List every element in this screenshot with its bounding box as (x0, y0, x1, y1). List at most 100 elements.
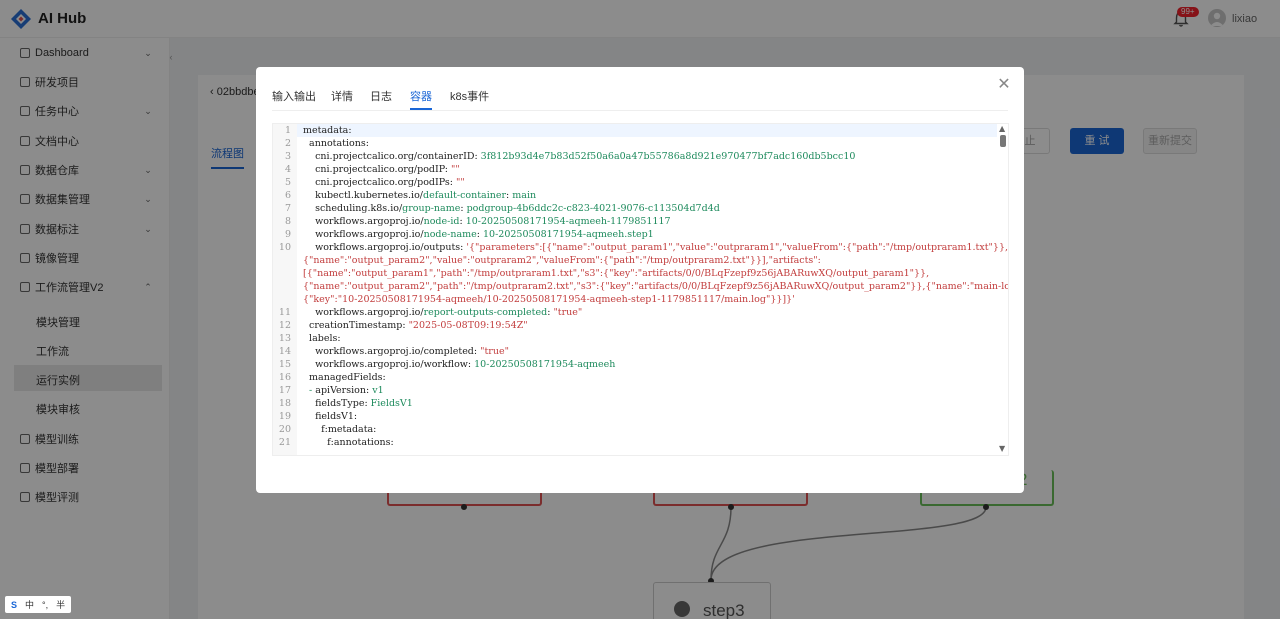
ime-toolbar[interactable]: S 中 °, 半 (5, 596, 71, 613)
code-token: labels: (303, 333, 341, 344)
code-token: scheduling.k8s.io/ (303, 203, 403, 214)
ime-mode[interactable]: 中 (25, 598, 34, 611)
code-token: annotations: (303, 138, 369, 149)
code-token: {"name":"output_param2","value":"outprar… (303, 255, 821, 266)
line-number: 10 (278, 242, 291, 253)
ime-punctuation[interactable]: °, (42, 600, 48, 610)
line-number: 17 (278, 385, 291, 396)
code-token: podgroup-4b6ddc2c-c823-4021-9076-c113504… (466, 203, 720, 214)
tab-details[interactable]: 详情 (331, 88, 353, 110)
scroll-up-icon[interactable]: ▲ (999, 124, 1005, 133)
yaml-code-editor[interactable]: 1 metadata: 2 annotations: 3 cni.projectcal… (272, 123, 1009, 456)
tab-input-output[interactable]: 输入输出 (272, 88, 316, 110)
line-number: 15 (278, 359, 291, 370)
line-number: 7 (284, 203, 291, 214)
line-number: 18 (278, 398, 291, 409)
scroll-down-icon[interactable]: ▼ (999, 444, 1005, 453)
line-number: 3 (284, 151, 291, 162)
code-text: cni.projectcalico.org/podIPs: "" (303, 176, 465, 189)
tab-k8s-events[interactable]: k8s事件 (450, 88, 489, 110)
code-token: report-outputs-completed (423, 307, 548, 318)
code-text: fieldsType: FieldsV1 (303, 397, 413, 410)
modal-tabs: 输入输出 详情 日志 容器 k8s事件 (272, 67, 1008, 111)
code-token: 10-20250508171954-aqmeeh-1179851117 (465, 216, 671, 227)
code-token: kubectl.kubernetes.io/ (303, 190, 424, 201)
code-token: cni.projectcalico.org/podIP: (303, 164, 452, 175)
code-text: labels: (303, 332, 341, 345)
code-token: "" (456, 177, 465, 188)
code-token: 3f812b93d4e7b83d52f50a6a0a47b55786a8d921… (480, 151, 856, 162)
active-line-highlight (297, 124, 997, 137)
code-text: [{"name":"output_param1","path":"/tmp/ou… (303, 267, 929, 280)
code-token: fieldsType: (303, 398, 371, 409)
code-text: managedFields: (303, 371, 386, 384)
code-text: workflows.argoproj.io/node-id: 10-202505… (303, 215, 671, 228)
code-token: '{"parameters":[{"name":"output_param1",… (466, 242, 1009, 253)
code-text: scheduling.k8s.io/group-name: podgroup-4… (303, 202, 720, 215)
code-text: cni.projectcalico.org/podIP: "" (303, 163, 460, 176)
ime-width[interactable]: 半 (56, 598, 65, 611)
line-number: 1 (284, 125, 291, 136)
code-token: cni.projectcalico.org/containerID: (303, 151, 481, 162)
code-token: FieldsV1 (370, 398, 413, 409)
line-number: 6 (284, 190, 291, 201)
line-number: 12 (278, 320, 291, 331)
code-token: "true" (480, 346, 509, 357)
code-token: workflows.argoproj.io/completed: (303, 346, 481, 357)
scrollbar-thumb[interactable] (1000, 135, 1006, 147)
code-text: {"name":"output_param2","value":"outprar… (303, 254, 821, 267)
code-text: f:annotations: (303, 436, 394, 449)
code-token: workflows.argoproj.io/ (303, 216, 424, 227)
line-number: 16 (278, 372, 291, 383)
code-text: cni.projectcalico.org/containerID: 3f812… (303, 150, 855, 163)
code-text: workflows.argoproj.io/report-outputs-com… (303, 306, 582, 319)
code-token: "2025-05-08T09:19:54Z" (408, 320, 528, 331)
code-token: - (303, 385, 316, 396)
code-token: node-id (423, 216, 460, 227)
code-text: {"name":"output_param2","path":"/tmp/out… (303, 280, 1009, 293)
line-number: 4 (284, 164, 291, 175)
code-token: managedFields: (303, 372, 386, 383)
code-token: "" (451, 164, 460, 175)
code-token: {"name":"output_param2","path":"/tmp/out… (303, 281, 1009, 292)
code-token: main (512, 190, 537, 201)
line-number: 5 (284, 177, 291, 188)
code-token: f:metadata: (303, 424, 377, 435)
code-text: f:metadata: (303, 423, 376, 436)
code-token: v1 (372, 385, 384, 396)
code-token: creationTimestamp: (303, 320, 409, 331)
code-text: annotations: (303, 137, 369, 150)
code-token: 10-20250508171954-aqmeeh.step1 (483, 229, 654, 240)
code-text: creationTimestamp: "2025-05-08T09:19:54Z… (303, 319, 528, 332)
close-icon[interactable]: ✕ (997, 77, 1011, 93)
code-text: workflows.argoproj.io/completed: "true" (303, 345, 509, 358)
code-text: workflows.argoproj.io/workflow: 10-20250… (303, 358, 615, 371)
code-text: workflows.argoproj.io/node-name: 10-2025… (303, 228, 654, 241)
code-token: default-container (423, 190, 507, 201)
code-token: {"key":"10-20250508171954-aqmeeh/10-2025… (303, 294, 795, 305)
line-number: 20 (278, 424, 291, 435)
code-text: metadata: (303, 124, 352, 137)
code-text: {"key":"10-20250508171954-aqmeeh/10-2025… (303, 293, 795, 306)
code-token: [{"name":"output_param1","path":"/tmp/ou… (303, 268, 930, 279)
tab-container[interactable]: 容器 (410, 88, 432, 110)
code-token: workflows.argoproj.io/workflow: (303, 359, 475, 370)
line-number: 19 (278, 411, 291, 422)
ime-logo-icon: S (11, 599, 18, 610)
code-token: fieldsV1: (303, 411, 358, 422)
code-token: group-name (402, 203, 461, 214)
line-number: 8 (284, 216, 291, 227)
tab-logs[interactable]: 日志 (370, 88, 392, 110)
code-token: workflows.argoproj.io/outputs: (303, 242, 467, 253)
code-token: workflows.argoproj.io/ (303, 307, 424, 318)
code-token: workflows.argoproj.io/ (303, 229, 424, 240)
line-number: 11 (278, 307, 291, 318)
code-text: workflows.argoproj.io/outputs: '{"parame… (303, 241, 1008, 254)
line-number: 14 (278, 346, 291, 357)
code-token: f:annotations: (303, 437, 394, 448)
node-detail-modal: 输入输出 详情 日志 容器 k8s事件 ✕ 1 metadata: 2 annota… (256, 67, 1024, 493)
code-token: cni.projectcalico.org/podIPs: (303, 177, 456, 188)
code-token: "true" (553, 307, 583, 318)
code-text: fieldsV1: (303, 410, 357, 423)
code-token: metadata: (303, 125, 352, 136)
